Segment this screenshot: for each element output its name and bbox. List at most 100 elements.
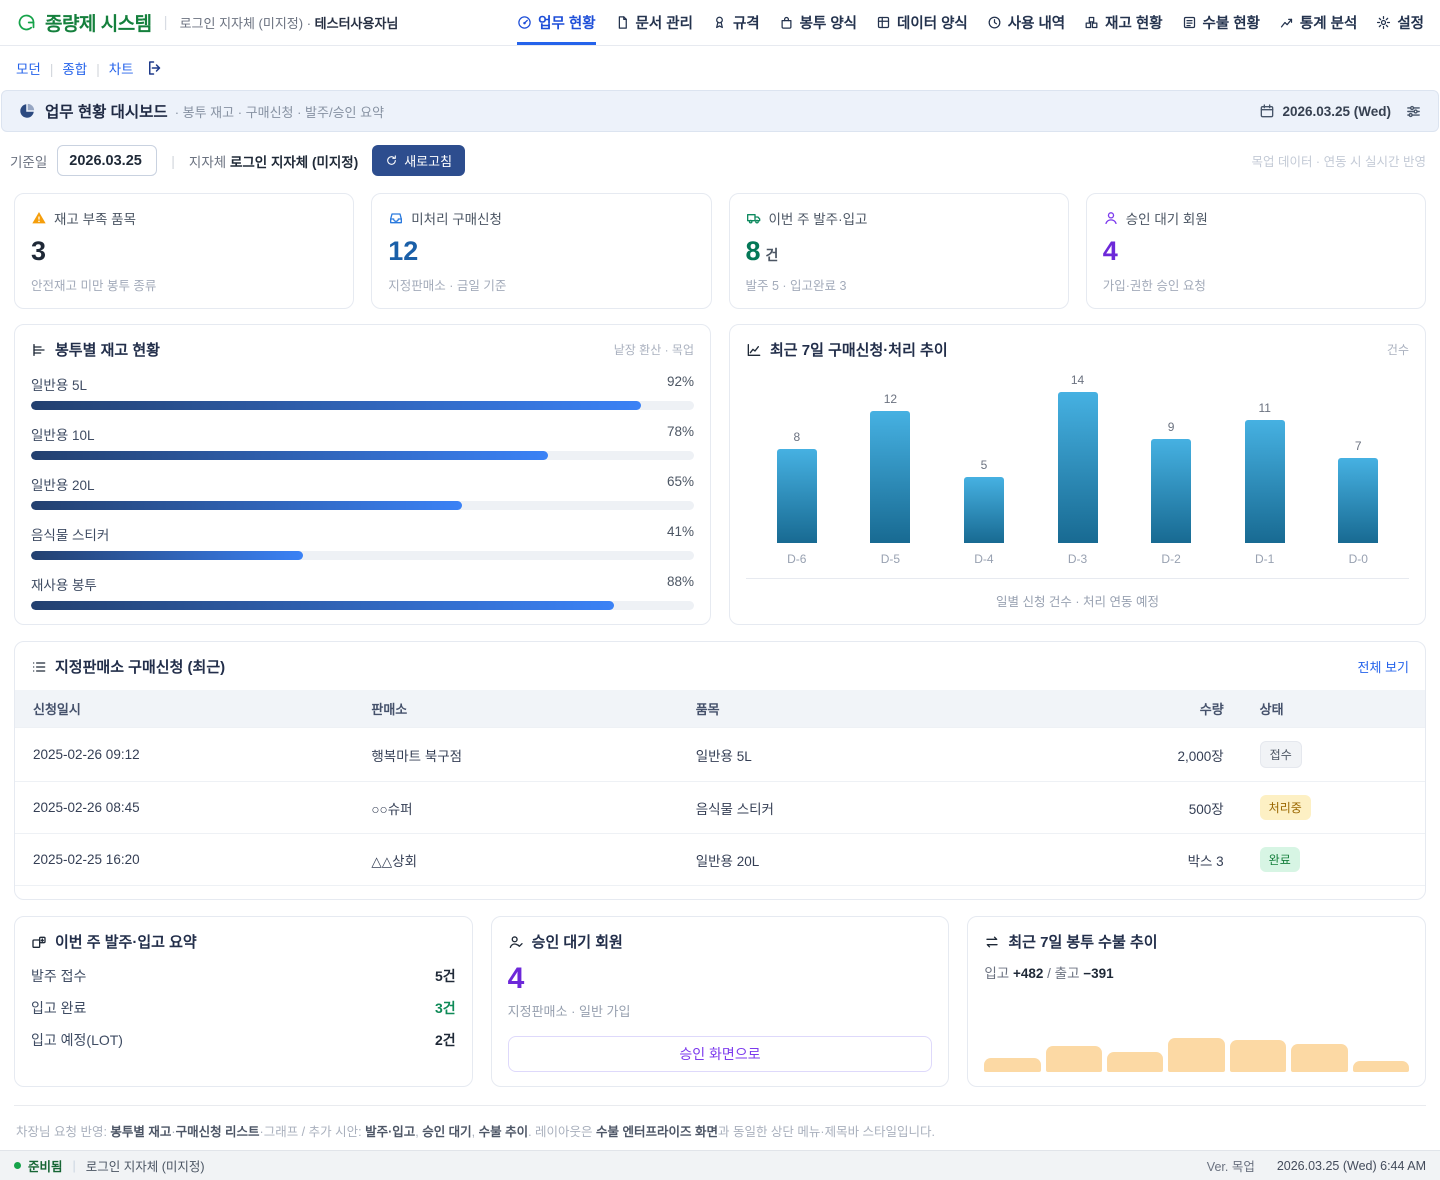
spark-bar <box>1168 1038 1224 1072</box>
pie-chart-icon <box>18 102 36 120</box>
flow-summary-line: 입고 +482 / 출고 −391 <box>984 962 1409 982</box>
login-context-line: 로그인 지자체 (미지정) · 테스터사용자님 <box>180 13 399 32</box>
date-display[interactable]: 2026.03.25 (Wed) <box>1259 103 1391 119</box>
bar-value-label: 8 <box>793 430 800 444</box>
bar-x-label: D-0 <box>1349 552 1368 566</box>
summary-row: 발주 접수5건 <box>31 960 456 992</box>
flow-in-value: +482 <box>1013 966 1043 981</box>
user-name: 테스터사용자님 <box>315 16 399 31</box>
user-icon <box>1103 210 1119 226</box>
flow-in-label: 입고 <box>984 966 1009 981</box>
stock-label: 일반용 20L <box>31 474 95 494</box>
view-link-3[interactable]: 차트 <box>109 62 134 77</box>
spark-bar <box>984 1058 1040 1072</box>
kpi-value: 4 <box>1103 237 1409 265</box>
cell-store: △△상회 <box>353 834 677 886</box>
column-header: 품목 <box>678 690 1087 728</box>
kpi-subtitle: 가입·권한 승인 요청 <box>1103 275 1409 294</box>
orders-summary-panel: 이번 주 발주·입고 요약 발주 접수5건입고 완료3건입고 예정(LOT)2건 <box>14 916 473 1087</box>
column-header: 신청일시 <box>15 690 353 728</box>
table-row: 2025-02-26 09:12행복마트 북구점일반용 5L2,000장접수 <box>15 728 1425 782</box>
base-date-input[interactable] <box>57 145 157 176</box>
status-badge: 완료 <box>1260 847 1300 872</box>
nav-item-1[interactable]: 업무 현황 <box>517 0 595 45</box>
kpi-card-2: 미처리 구매신청12지정판매소 · 금일 기준 <box>371 193 711 309</box>
go-approval-button[interactable]: 승인 화면으로 <box>508 1036 933 1072</box>
login-context: 로그인 지자체 (미지정) <box>180 16 304 31</box>
see-all-link[interactable]: 전체 보기 <box>1358 657 1409 676</box>
stock-percent: 78% <box>667 424 694 444</box>
nav-item-3[interactable]: 규격 <box>712 0 760 45</box>
bag-icon <box>779 15 794 30</box>
nav-item-6[interactable]: 사용 내역 <box>987 0 1065 45</box>
user-check-icon <box>508 934 524 950</box>
nav-item-9[interactable]: 통계 분석 <box>1279 0 1357 45</box>
truck-icon <box>746 210 762 226</box>
spark-bar <box>1291 1044 1347 1072</box>
kpi-label: 미처리 구매신청 <box>411 208 502 228</box>
view-links: 모던|종합|차트 <box>16 58 134 78</box>
view-link-2[interactable]: 종합 <box>62 62 87 77</box>
column-header: 상태 <box>1242 690 1425 728</box>
document-icon <box>615 15 630 30</box>
bar-x-label: D-1 <box>1255 552 1274 566</box>
kpi-value: 12 <box>388 237 694 265</box>
chart-column: 9D-2 <box>1124 368 1218 566</box>
cell-item: 음식물 스티커 <box>678 782 1087 834</box>
nav-item-10[interactable]: 설정 <box>1376 0 1424 45</box>
chart-bar <box>777 449 817 543</box>
nav-item-5[interactable]: 데이터 양식 <box>876 0 968 45</box>
approval-panel-title: 승인 대기 회원 <box>532 931 623 952</box>
stock-label: 재사용 봉투 <box>31 574 97 594</box>
stock-item: 일반용 5L92% <box>31 374 694 410</box>
stock-panel: 봉투별 재고 현황 낱장 환산 · 목업 일반용 5L92%일반용 10L78%… <box>14 324 711 625</box>
stock-percent: 41% <box>667 524 694 544</box>
flow-panel-title: 최근 7일 봉투 수불 추이 <box>1008 931 1157 952</box>
top-header: 종량제 시스템 | 로그인 지자체 (미지정) · 테스터사용자님 업무 현황문… <box>0 0 1440 46</box>
chart-bar <box>964 477 1004 543</box>
trend-panel-unit: 건수 <box>1387 341 1409 358</box>
chart-caption: 일별 신청 건수 · 처리 연동 예정 <box>746 579 1409 610</box>
chart-bar <box>1151 439 1191 543</box>
stock-percent: 65% <box>667 474 694 494</box>
stock-label: 일반용 10L <box>31 424 95 444</box>
chart-column: 11D-1 <box>1218 368 1312 566</box>
divider: | <box>171 153 175 169</box>
nav-item-4[interactable]: 봉투 양식 <box>779 0 857 45</box>
stock-list: 일반용 5L92%일반용 10L78%일반용 20L65%음식물 스티커41%재… <box>31 374 694 610</box>
view-link-1[interactable]: 모던 <box>16 62 41 77</box>
column-header: 수량 <box>1087 690 1242 728</box>
cell-store: 행복마트 북구점 <box>353 728 677 782</box>
refresh-button[interactable]: 새로고침 <box>372 145 465 176</box>
swap-icon <box>984 934 1000 950</box>
chart-bar <box>1338 458 1378 543</box>
sliders-icon[interactable] <box>1405 103 1422 120</box>
chart-panels-row: 봉투별 재고 현황 낱장 환산 · 목업 일반용 5L92%일반용 10L78%… <box>14 324 1426 625</box>
status-badge: 접수 <box>1260 899 1302 900</box>
status-badge: 접수 <box>1260 741 1302 768</box>
mock-data-note: 목업 데이터 · 연동 시 실시간 반영 <box>1251 151 1430 170</box>
footnote-emphasis: 수불 엔터프라이즈 화면 <box>596 1125 718 1139</box>
divider: | <box>164 14 168 31</box>
orders-summary-rows: 발주 접수5건입고 완료3건입고 예정(LOT)2건 <box>31 960 456 1056</box>
logout-icon[interactable] <box>146 59 164 77</box>
footnote-text: ·그래프 / 추가 시안: <box>260 1125 366 1139</box>
spark-bar <box>1107 1052 1163 1072</box>
nav-item-8[interactable]: 수불 현황 <box>1182 0 1260 45</box>
nav-item-2[interactable]: 문서 관리 <box>615 0 693 45</box>
ledger-icon <box>1182 15 1197 30</box>
stamp-icon <box>712 15 727 30</box>
progress-fill <box>31 401 641 410</box>
kpi-value: 8건 <box>746 237 1052 265</box>
chart-bar <box>1058 392 1098 543</box>
trend-bar-chart: 8D-612D-55D-414D-39D-211D-17D-0 <box>746 368 1409 566</box>
nav-item-7[interactable]: 재고 현황 <box>1084 0 1162 45</box>
refresh-icon <box>385 154 398 167</box>
chart-bar <box>1245 420 1285 543</box>
table-row: 2025-02-25 11:03□□편의점일반용 10L팩 12접수 <box>15 886 1425 900</box>
summary-value: 2건 <box>435 1030 456 1050</box>
summary-row: 입고 예정(LOT)2건 <box>31 1024 456 1056</box>
cell-datetime: 2025-02-25 11:03 <box>15 886 353 900</box>
chart-column: 12D-5 <box>844 368 938 566</box>
cell-qty: 팩 12 <box>1087 886 1242 900</box>
